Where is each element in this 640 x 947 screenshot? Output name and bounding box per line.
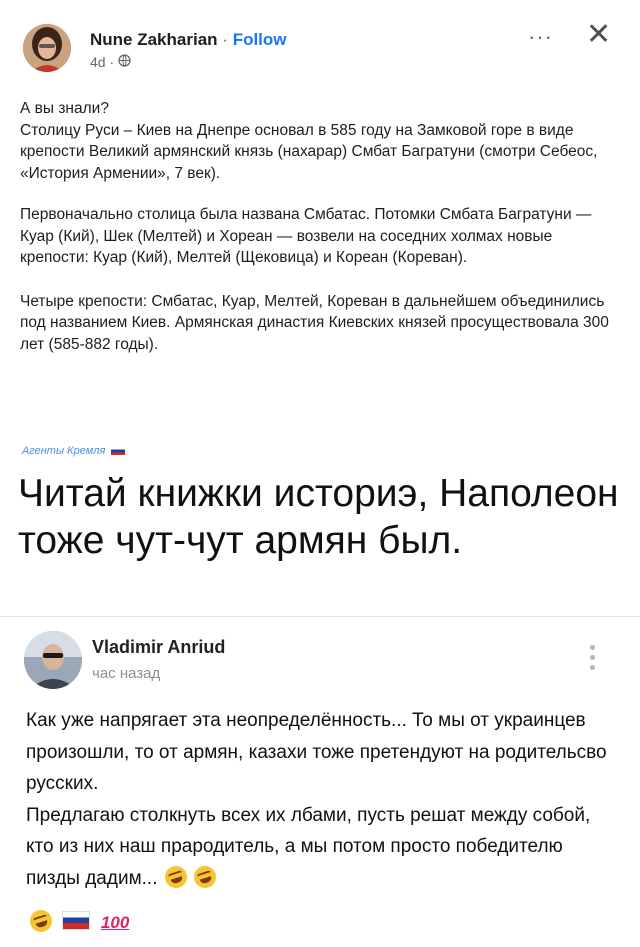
rofl-emoji-icon xyxy=(27,907,55,935)
comment-text: Как уже напрягает эта неопределённость..… xyxy=(26,705,610,894)
close-icon[interactable]: ✕ xyxy=(586,20,611,50)
post-time[interactable]: 4d · xyxy=(90,54,114,70)
post-paragraph-2: Первоначально столица была названа Смбат… xyxy=(20,206,592,266)
hundred-points-icon: 100 xyxy=(100,913,130,932)
commenter-avatar[interactable] xyxy=(24,631,82,689)
post-meta: 4d · xyxy=(90,54,131,70)
post-author-name[interactable]: Nune Zakharian xyxy=(90,30,218,49)
globe-icon xyxy=(118,54,131,70)
commenter-name[interactable]: Vladimir Anriud xyxy=(92,637,225,658)
vertical-more-icon[interactable] xyxy=(590,645,596,675)
russian-flag-icon xyxy=(111,447,126,455)
more-options-icon[interactable]: ··· xyxy=(528,24,553,50)
comment-text-body: Как уже напрягает эта неопределённость..… xyxy=(26,710,607,889)
post-body: А вы знали? Столицу Руси – Киев на Днепр… xyxy=(20,98,610,377)
post-author-line: Nune Zakharian · Follow xyxy=(90,30,287,50)
follow-button[interactable]: Follow xyxy=(233,30,287,49)
russian-flag-icon xyxy=(62,911,91,930)
rofl-emoji-icon xyxy=(161,862,190,891)
watermark-tag: Агенты Кремля xyxy=(22,445,126,457)
meme-caption: Читай книжки историэ, Наполеон тоже чут-… xyxy=(18,472,619,562)
vk-comment-card: Vladimir Anriud час назад Как уже напряг… xyxy=(0,616,640,947)
comment-time[interactable]: час назад xyxy=(92,665,160,682)
comment-emoji-row: 100 xyxy=(27,907,130,935)
post-paragraph-1: А вы знали? Столицу Руси – Киев на Днепр… xyxy=(20,100,598,182)
separator-dot: · xyxy=(222,30,228,49)
facebook-post-card: Nune Zakharian · Follow 4d · ··· ✕ А вы … xyxy=(8,6,632,466)
author-avatar[interactable] xyxy=(23,24,71,72)
watermark-tag-text: Агенты Кремля xyxy=(22,445,106,457)
post-paragraph-3: Четыре крепости: Смбатас, Куар, Мелтей, … xyxy=(20,292,609,353)
rofl-emoji-icon xyxy=(191,862,219,891)
